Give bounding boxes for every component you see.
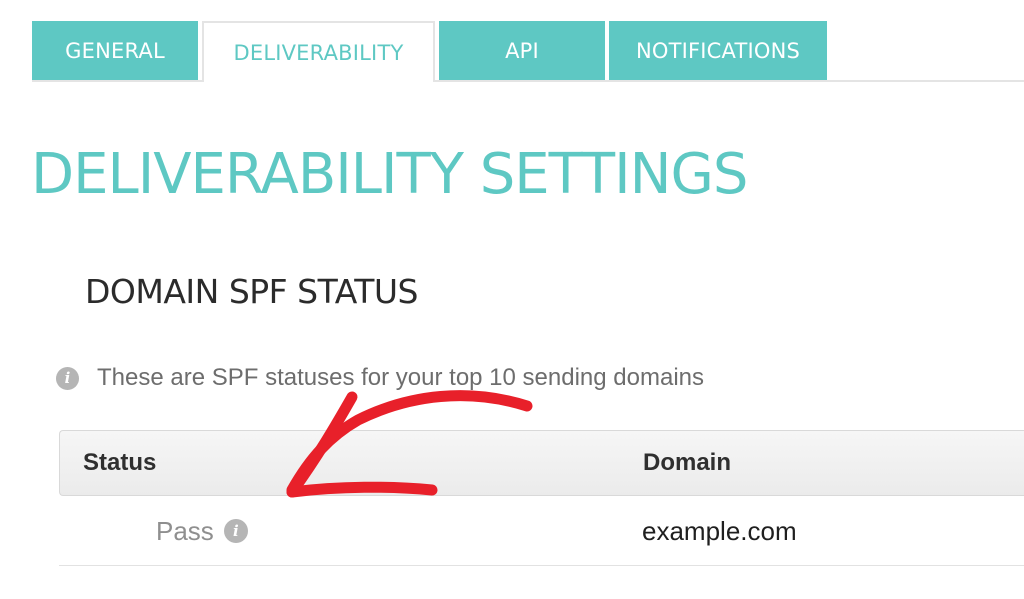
page-title: DELIVERABILITY SETTINGS: [31, 142, 748, 207]
tab-general[interactable]: GENERAL: [32, 21, 198, 80]
spf-section-title: DOMAIN SPF STATUS: [85, 272, 418, 311]
tab-notifications[interactable]: NOTIFICATIONS: [609, 21, 827, 80]
column-header-status[interactable]: Status: [83, 431, 156, 495]
tab-bar-divider: [32, 80, 1024, 82]
deliverability-settings-page: GENERAL DELIVERABILITY API NOTIFICATIONS…: [0, 0, 1024, 599]
settings-tabs: GENERAL DELIVERABILITY API NOTIFICATIONS: [32, 21, 1024, 82]
status-value: Pass: [156, 515, 214, 546]
tab-api[interactable]: API: [439, 21, 605, 80]
tab-deliverability[interactable]: DELIVERABILITY: [202, 21, 435, 82]
spf-info-text: These are SPF statuses for your top 10 s…: [97, 364, 704, 391]
domain-cell: example.com: [642, 515, 797, 546]
status-cell: Pass i: [156, 496, 248, 566]
table-header: Status Domain: [59, 430, 1024, 496]
status-info-icon[interactable]: i: [223, 519, 248, 543]
table-row: Pass i example.com: [59, 496, 1024, 566]
column-header-domain[interactable]: Domain: [643, 431, 731, 495]
spf-status-table: Status Domain Pass i example.com: [59, 430, 1024, 566]
info-icon: i: [56, 366, 79, 390]
spf-info-note: i These are SPF statuses for your top 10…: [56, 362, 704, 394]
